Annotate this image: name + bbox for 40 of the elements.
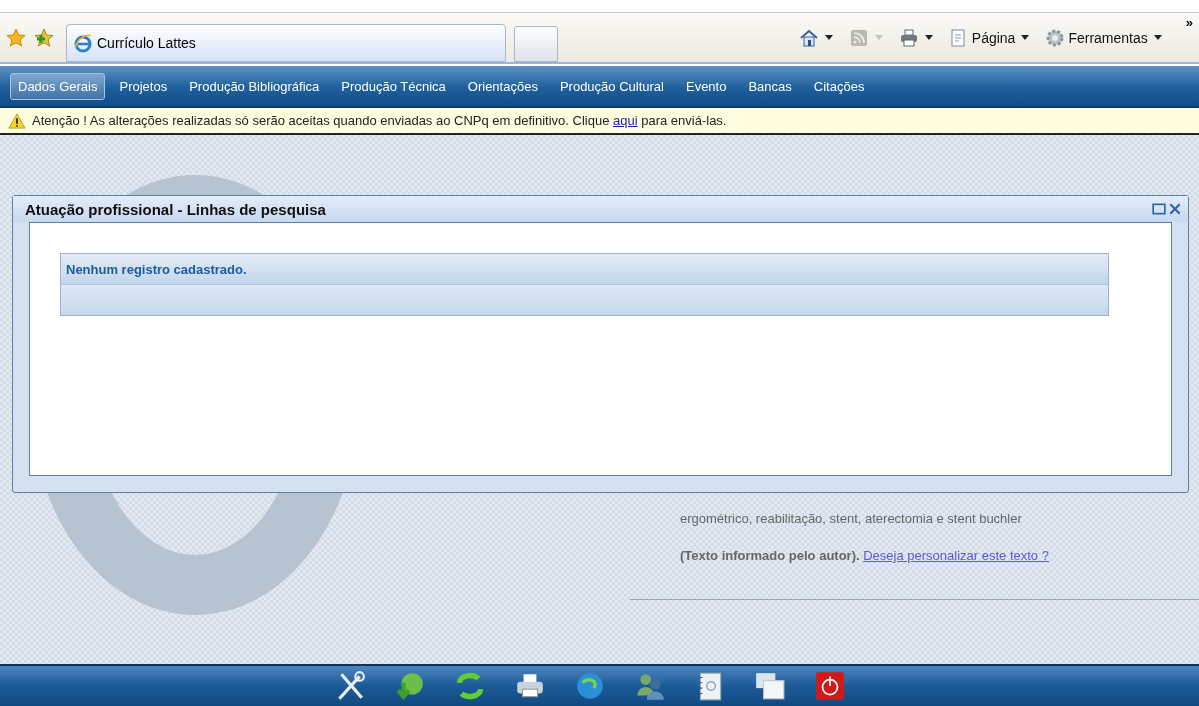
printer-icon (898, 27, 919, 48)
power-icon[interactable] (813, 670, 846, 702)
caret-icon (874, 35, 883, 40)
caret-icon[interactable] (1153, 35, 1162, 40)
add-favorite-icon[interactable] (34, 27, 54, 48)
gear-icon (1045, 27, 1066, 48)
close-icon[interactable] (1168, 202, 1182, 216)
nav-tab[interactable]: Orientações (459, 72, 546, 100)
windows-icon[interactable] (753, 670, 786, 702)
nav-tab[interactable]: Bancas (740, 72, 800, 100)
warning-icon (8, 112, 26, 129)
nav-tab[interactable]: Produção Bibliográfica (181, 72, 328, 100)
keywords-text: ergométrico, reabilitação, stent, aterectomia e stent buchler (680, 511, 1023, 526)
page-button[interactable]: Página (948, 27, 1016, 48)
customize-link[interactable]: Deseja personalizar este texto ? (863, 548, 1049, 563)
home-button[interactable] (798, 27, 819, 48)
warning-text: Atenção ! As alterações realizadas só serão aceitas quando enviadas ao CNPq em definitivo. Clique aqui para enviá-las. (32, 113, 727, 128)
maximize-icon[interactable] (1152, 202, 1166, 216)
nav-tab[interactable]: Produção Cultural (551, 72, 672, 100)
nav-tab[interactable]: Evento (677, 72, 735, 100)
tools-button[interactable]: Ferramentas (1045, 27, 1148, 48)
caret-icon[interactable] (824, 35, 833, 40)
print-button[interactable] (898, 27, 919, 48)
nav-tab[interactable]: Projetos (111, 72, 176, 100)
caret-icon[interactable] (924, 35, 933, 40)
author-note: (Texto informado pelo autor). (680, 548, 860, 563)
empty-message: Nenhum registro cadastrado. (61, 254, 1108, 284)
feed-icon (848, 27, 869, 48)
star-icon[interactable] (6, 27, 26, 48)
nav-tab[interactable]: Produção Técnica (333, 72, 454, 100)
send-link[interactable]: aqui (613, 113, 638, 128)
nav-tab[interactable]: Dados Gerais (10, 72, 106, 100)
caret-icon[interactable] (1021, 35, 1030, 40)
overflow-button[interactable]: » (1185, 15, 1193, 30)
browser-tab[interactable]: Currículo Lattes (66, 24, 506, 62)
house-icon (798, 27, 819, 48)
browser-logo-icon (73, 33, 93, 53)
dialog-title: Atuação profissional - Linhas de pesquisa (25, 200, 326, 218)
tab-title: Currículo Lattes (97, 35, 196, 51)
nav-tab[interactable]: Citações (805, 72, 873, 100)
